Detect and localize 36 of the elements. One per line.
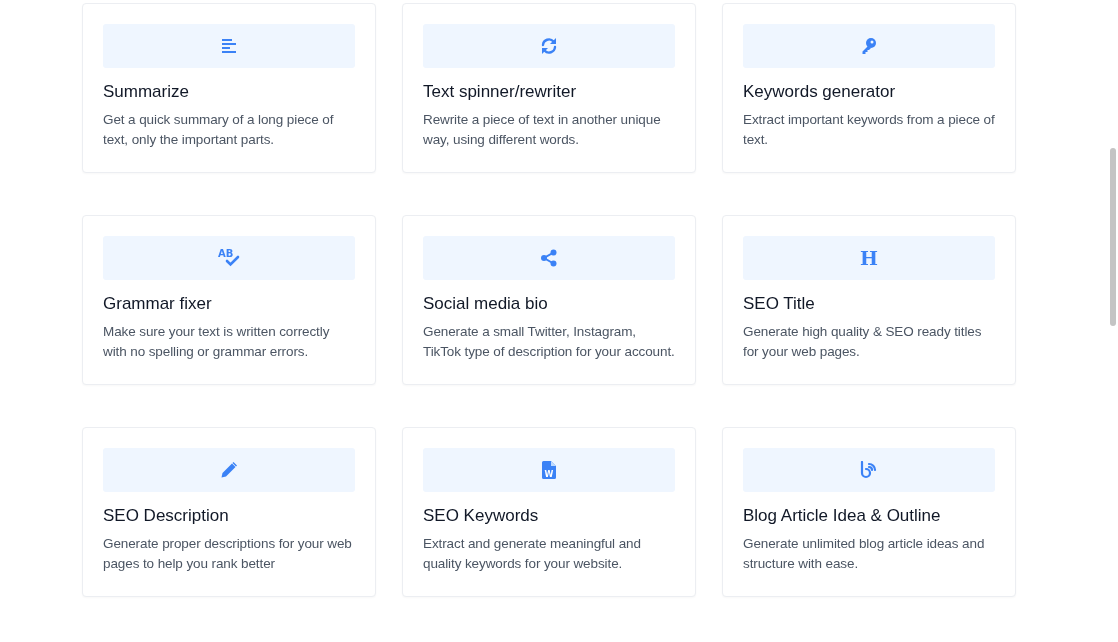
tool-description: Rewrite a piece of text in another unique way, using different words. xyxy=(423,111,662,149)
heading-icon: H xyxy=(859,248,879,268)
tool-card[interactable]: Text spinner/rewriter Rewrite a piece of text in another unique way, using different words. xyxy=(402,3,696,173)
pencil-icon xyxy=(220,461,238,479)
tool-description: Generate high quality & SEO ready titles for your web pages. xyxy=(743,323,983,361)
share-icon xyxy=(540,249,558,267)
align-left-icon xyxy=(221,38,237,54)
tool-title: SEO Title xyxy=(743,294,816,314)
tool-card[interactable]: Summarize Get a quick summary of a long piece of text, only the important parts. xyxy=(82,3,376,173)
tool-title: Blog Article Idea & Outline xyxy=(743,506,942,526)
word-document-icon: W xyxy=(542,461,556,479)
tool-description: Extract important keywords from a piece of text. xyxy=(743,111,995,149)
tool-title: Keywords generator xyxy=(743,82,897,102)
tool-title: SEO Keywords xyxy=(423,506,540,526)
tool-title: SEO Description xyxy=(103,506,230,526)
tool-card[interactable]: W SEO Keywords Extract and generate meaningful and quality keywords for your website. xyxy=(402,427,696,597)
tool-description: Generate proper descriptions for your web pages to help you rank better xyxy=(103,535,353,573)
tool-description: Generate a small Twitter, Instagram, TikTok type of description for your account. xyxy=(423,323,675,361)
tool-title: Grammar fixer xyxy=(103,294,213,314)
tool-description: Make sure your text is written correctly with no spelling or grammar errors. xyxy=(103,323,331,361)
tool-card[interactable]: SEO Description Generate proper descriptions for your web pages to help you rank better xyxy=(82,427,376,597)
tool-title: Summarize xyxy=(103,82,190,102)
tool-card[interactable]: Keywords generator Extract important keywords from a piece of text. xyxy=(722,3,1016,173)
blog-icon xyxy=(860,461,878,479)
tool-card[interactable]: AB Grammar fixer Make sure your text is written correctly with no spelling or grammar errors. xyxy=(82,215,376,385)
tool-card[interactable]: H SEO Title Generate high quality & SEO ready titles for your web pages. xyxy=(722,215,1016,385)
tool-title: Text spinner/rewriter xyxy=(423,82,578,102)
tool-description: Get a quick summary of a long piece of text, only the important parts. xyxy=(103,111,335,149)
tool-description: Extract and generate meaningful and quality keywords for your website. xyxy=(423,535,642,573)
key-icon xyxy=(861,37,877,55)
scrollbar-thumb[interactable] xyxy=(1110,148,1116,326)
tool-title: Social media bio xyxy=(423,294,549,314)
refresh-icon xyxy=(540,37,558,55)
tool-description: Generate unlimited blog article ideas and structure with ease. xyxy=(743,535,986,573)
tool-card[interactable]: Social media bio Generate a small Twitter, Instagram, TikTok type of description for your account. xyxy=(402,215,696,385)
tool-card[interactable]: Blog Article Idea & Outline Generate unlimited blog article ideas and structure with ease. xyxy=(722,427,1016,597)
